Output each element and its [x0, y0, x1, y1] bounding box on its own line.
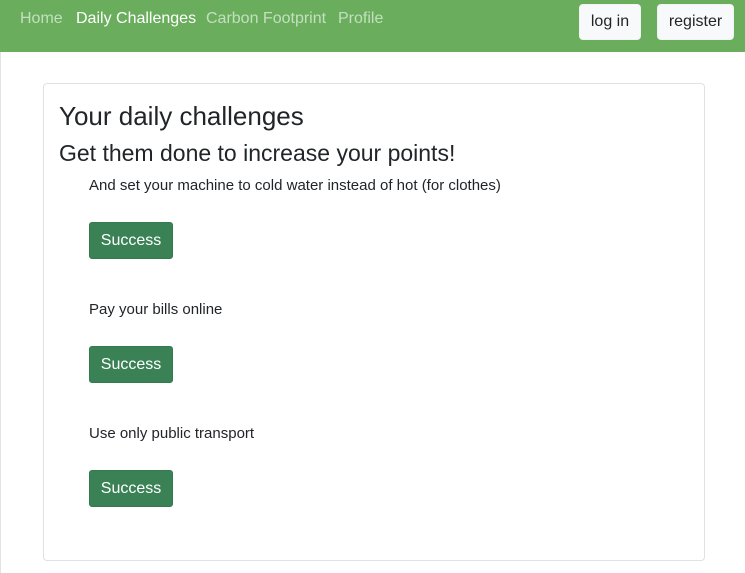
nav-link-carbon-footprint[interactable]: Carbon Footprint [206, 10, 326, 28]
challenge-success-button[interactable]: Success [89, 346, 173, 383]
left-edge-divider [0, 52, 1, 573]
challenges-card: Your daily challenges Get them done to i… [43, 83, 705, 561]
nav-link-daily-challenges[interactable]: Daily Challenges [76, 10, 196, 28]
challenge-text: Pay your bills online [89, 301, 223, 318]
register-button[interactable]: register [657, 4, 734, 40]
login-button[interactable]: log in [579, 4, 641, 40]
top-navbar: Home Daily Challenges Carbon Footprint P… [0, 0, 745, 52]
challenge-success-button[interactable]: Success [89, 222, 173, 259]
nav-link-home[interactable]: Home [20, 10, 63, 28]
page-subtitle: Get them done to increase your points! [59, 140, 456, 166]
challenge-success-button[interactable]: Success [89, 470, 173, 507]
challenge-text: And set your machine to cold water inste… [89, 177, 501, 194]
nav-link-profile[interactable]: Profile [338, 10, 383, 28]
challenge-text: Use only public transport [89, 425, 255, 442]
page-title: Your daily challenges [59, 101, 304, 131]
